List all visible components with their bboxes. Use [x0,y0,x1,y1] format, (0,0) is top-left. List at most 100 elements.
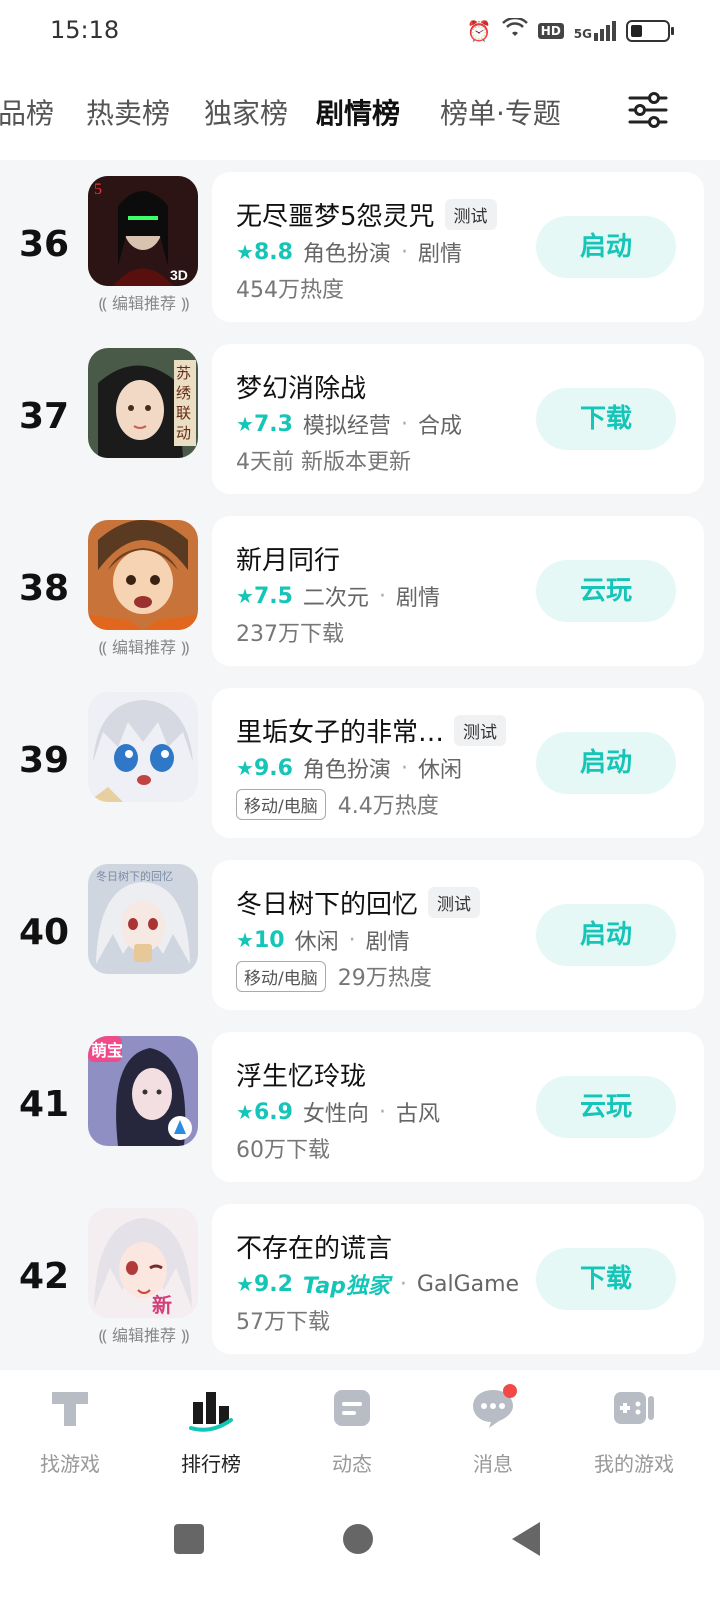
nav-ranking[interactable]: 排行榜 [151,1384,271,1477]
rank-number: 39 [18,740,70,781]
launch-button[interactable]: 启动 [536,732,676,794]
icon-glyph: 动 [176,424,191,442]
battery-icon [626,19,674,42]
tab-exclusive[interactable]: 独家榜 [204,92,288,132]
star-icon: ★ [236,1099,254,1124]
test-badge: 测试 [454,715,507,746]
nav-label: 消息 [473,1452,513,1476]
game-card[interactable]: 不存在的谎言 ★9.2 Tap独家 · GalGame 57万下载 下载 [212,1204,704,1354]
game-name: 里垢女子的非常… [236,718,445,748]
list-item[interactable]: 39 里垢女子的非常… 测试 ★9.6 角色扮演 · 休闲 移动/电脑 4.4万… [0,688,720,860]
list-item[interactable]: 36 5 3D ⸨ 编辑推荐 ⸩ 无尽噩梦5怨灵咒 测试 ★8.8 角色扮演 ·… [0,172,720,344]
game-icon[interactable]: 新 [88,1208,198,1318]
genre-tag: GalGame [416,1271,520,1297]
nav-my-games[interactable]: 我的游戏 [574,1384,694,1477]
feed-icon [328,1384,376,1432]
list-item[interactable]: 42 新 ⸨ 编辑推荐 ⸩ 不存在的谎言 ★9.2 Tap独家 · GalGam… [0,1204,720,1376]
signal-5g-icon: 5G [574,20,616,41]
launch-button[interactable]: 启动 [536,216,676,278]
genre-tag: 二次元 [302,586,369,611]
game-card[interactable]: 里垢女子的非常… 测试 ★9.6 角色扮演 · 休闲 移动/电脑 4.4万热度 … [212,688,704,838]
genre-tag: 模拟经营 [302,414,391,439]
game-icon[interactable]: 冬日树下的回忆 [88,864,198,974]
nav-label: 动态 [332,1452,372,1476]
list-item[interactable]: 38 ⸨ 编辑推荐 ⸩ 新月同行 ★7.5 二次元 · 剧情 237万下载 云玩 [0,516,720,688]
nav-find-games[interactable]: 找游戏 [10,1384,130,1477]
rating: ★6.9 [236,1099,293,1125]
genre-tag: 合成 [417,414,462,439]
nav-messages[interactable]: 消息 [433,1384,553,1477]
recent-apps-button[interactable] [174,1524,204,1554]
list-item[interactable]: 40 冬日树下的回忆 冬日树下的回忆 测试 ★10 休闲 · 剧情 移动/电脑 … [0,860,720,1032]
download-button[interactable]: 下载 [536,388,676,450]
nav-label: 排行榜 [181,1452,241,1476]
game-icon[interactable] [88,520,198,630]
system-navigation-bar [0,1510,720,1590]
tab-story[interactable]: 剧情榜 [316,92,401,132]
list-item[interactable]: 41 萌宝 浮生忆玲珑 ★6.9 女性向 · 古风 60万下载 云玩 [0,1032,720,1204]
wifi-icon [501,16,528,43]
stat-text: 57万下载 [236,1310,330,1335]
game-icon[interactable]: 5 3D [88,176,198,286]
tab-bestsellers[interactable]: 热卖榜 [86,92,170,132]
stat-text: 4天前 新版本更新 [236,450,411,475]
cloud-play-button[interactable]: 云玩 [536,560,676,622]
filter-sliders-icon[interactable] [628,90,668,130]
editor-pick-label: ⸨ 编辑推荐 ⸩ [98,1326,190,1345]
stat-text: 29万热度 [337,966,432,991]
rank-number: 41 [18,1084,70,1125]
game-card[interactable]: 浮生忆玲珑 ★6.9 女性向 · 古风 60万下载 云玩 [212,1032,704,1182]
hd-icon: HD [537,22,564,39]
game-card[interactable]: 梦幻消除战 ★7.3 模拟经营 · 合成 4天前 新版本更新 下载 [212,344,704,494]
status-time: 15:18 [50,16,120,44]
ranking-tabs: 品榜 热卖榜 独家榜 剧情榜 榜单·专题 [0,64,720,160]
tab-lists-topics[interactable]: 榜单·专题 [440,92,561,132]
stat-text: 60万下载 [236,1138,330,1163]
tap-exclusive-label: Tap独家 [302,1274,390,1299]
game-icon[interactable]: 萌宝 [88,1036,198,1146]
editor-pick-label: ⸨ 编辑推荐 ⸩ [98,294,190,313]
home-button[interactable] [343,1524,373,1554]
test-badge: 测试 [444,199,497,230]
genre-tag: 剧情 [395,586,440,611]
rating: ★9.6 [236,755,293,781]
icon-glyph: 联 [176,404,191,422]
genre-tag: 古风 [395,1102,440,1127]
star-icon: ★ [236,1271,254,1296]
game-icon[interactable] [88,692,198,802]
platform-tag: 移动/电脑 [236,960,326,992]
star-icon: ★ [236,755,254,780]
game-name: 无尽噩梦5怨灵咒 [236,202,435,232]
rank-number: 42 [18,1256,70,1297]
game-card[interactable]: 冬日树下的回忆 测试 ★10 休闲 · 剧情 移动/电脑 29万热度 启动 [212,860,704,1010]
nav-feed[interactable]: 动态 [292,1384,412,1477]
launch-button[interactable]: 启动 [536,904,676,966]
list-item[interactable]: 37 苏 绣 联 动 梦幻消除战 ★7.3 模拟经营 · 合成 4天前 新版本更… [0,344,720,516]
cloud-play-button[interactable]: 云玩 [536,1076,676,1138]
icon-glyph: 3D [170,267,188,283]
unread-badge [503,1384,517,1398]
separator: · [378,1099,386,1125]
tab-prev[interactable]: 品榜 [0,92,54,132]
battery-level [631,24,642,37]
platform-tag: 移动/电脑 [236,788,326,820]
game-name: 浮生忆玲珑 [236,1062,367,1092]
back-button[interactable] [512,1522,540,1556]
download-button[interactable]: 下载 [536,1248,676,1310]
star-icon: ★ [236,927,254,952]
game-name: 冬日树下的回忆 [236,890,419,920]
icon-glyph: 萌宝 [91,1041,123,1060]
genre-tag: 女性向 [302,1102,369,1127]
icon-glyph: 5 [94,181,102,198]
my-games-icon [610,1384,658,1432]
rank-number: 38 [18,568,70,609]
separator: · [400,239,408,265]
message-icon [469,1384,517,1432]
genre-tag: 剧情 [365,930,410,955]
nav-label: 找游戏 [40,1452,100,1476]
game-icon[interactable]: 苏 绣 联 动 [88,348,198,458]
rating: ★7.3 [236,411,293,437]
game-card[interactable]: 新月同行 ★7.5 二次元 · 剧情 237万下载 云玩 [212,516,704,666]
genre-tag: 角色扮演 [302,242,391,267]
game-card[interactable]: 无尽噩梦5怨灵咒 测试 ★8.8 角色扮演 · 剧情 454万热度 启动 [212,172,704,322]
